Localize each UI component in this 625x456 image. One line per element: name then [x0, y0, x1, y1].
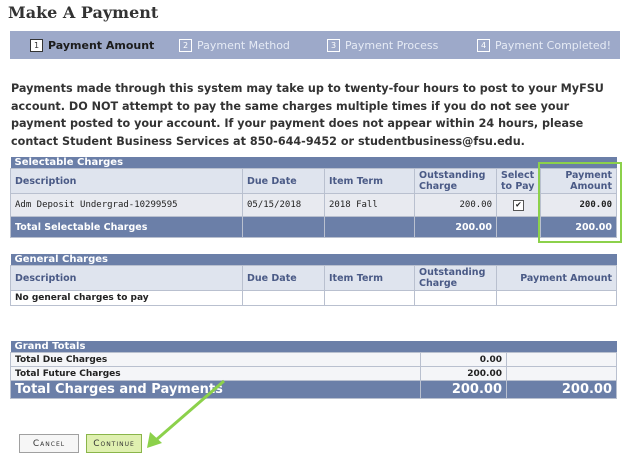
page-title: Make A Payment [8, 3, 159, 22]
col-item-term: Item Term [324, 265, 415, 291]
step-number-2: 2 [179, 38, 192, 52]
total-due-row: Total Due Charges 0.00 [10, 352, 618, 367]
step-number-4: 4 [477, 38, 490, 52]
col-payment-amount: Payment Amount [540, 168, 617, 194]
step-label: Payment Amount [48, 38, 155, 52]
total-payments-value: 200.00 [505, 380, 618, 399]
step-number-3: 3 [327, 38, 340, 52]
select-to-pay-cell: ✔ [496, 193, 541, 217]
step-label: Payment Process [345, 38, 439, 52]
total-charges-payments-label: Total Charges and Payments [10, 380, 421, 399]
grand-totals-caption: Grand Totals [10, 341, 617, 353]
step-number-1: 1 [30, 38, 43, 52]
cancel-button[interactable]: Cancel [19, 434, 79, 453]
total-due-label: Total Due Charges [10, 352, 421, 367]
col-due-date: Due Date [242, 168, 325, 194]
charge-description: Adm Deposit Undergrad-10299595 [10, 193, 243, 217]
table-row: Adm Deposit Undergrad-10299595 05/15/201… [10, 193, 617, 217]
step-payment-method: 2 Payment Method [179, 31, 290, 59]
empty-row: No general charges to pay [10, 290, 618, 306]
total-due-value: 0.00 [420, 352, 507, 367]
total-future-row: Total Future Charges 200.00 [10, 366, 618, 381]
payment-steps-bar: 1 Payment Amount 2 Payment Method 3 Paym… [10, 31, 620, 59]
total-selectable-payment: 200.00 [540, 216, 617, 238]
no-general-charges: No general charges to pay [10, 290, 243, 306]
col-outstanding-charge: Outstanding Charge [414, 168, 497, 194]
step-payment-process: 3 Payment Process [327, 31, 438, 59]
step-label: Payment Completed! [495, 38, 612, 52]
col-description: Description [10, 265, 243, 291]
general-charges-caption: General Charges [10, 254, 617, 266]
col-due-date: Due Date [242, 265, 325, 291]
general-charges-table: General Charges Description Due Date Ite… [10, 254, 618, 306]
grand-totals-table: Grand Totals Total Due Charges 0.00 Tota… [10, 341, 618, 399]
total-selectable-outstanding: 200.00 [414, 216, 497, 238]
total-selectable-label: Total Selectable Charges [10, 216, 243, 238]
charge-due-date: 05/15/2018 [242, 193, 325, 217]
col-outstanding-charge: Outstanding Charge [414, 265, 497, 291]
step-label: Payment Method [197, 38, 290, 52]
total-future-value: 200.00 [420, 366, 507, 381]
col-payment-amount: Payment Amount [495, 265, 618, 291]
total-selectable-row: Total Selectable Charges 200.00 200.00 [10, 216, 617, 238]
total-charges-value: 200.00 [420, 380, 507, 399]
payment-notice: Payments made through this system may ta… [11, 82, 604, 148]
charge-outstanding: 200.00 [414, 193, 497, 217]
step-payment-amount: 1 Payment Amount [30, 31, 154, 59]
payment-amount-input[interactable]: 200.00 [540, 193, 617, 217]
total-future-label: Total Future Charges [10, 366, 421, 381]
col-select-to-pay: Select to Pay [496, 168, 541, 194]
charge-item-term: 2018 Fall [324, 193, 415, 217]
selectable-charges-caption: Selectable Charges [10, 157, 617, 169]
selectable-charges-table: Selectable Charges Description Due Date … [10, 157, 617, 238]
col-description: Description [10, 168, 243, 194]
col-item-term: Item Term [324, 168, 415, 194]
step-payment-completed: 4 Payment Completed! [477, 31, 611, 59]
continue-button[interactable]: Continue [86, 434, 142, 453]
total-charges-payments-row: Total Charges and Payments 200.00 200.00 [10, 380, 618, 399]
select-to-pay-checkbox[interactable]: ✔ [513, 199, 524, 211]
